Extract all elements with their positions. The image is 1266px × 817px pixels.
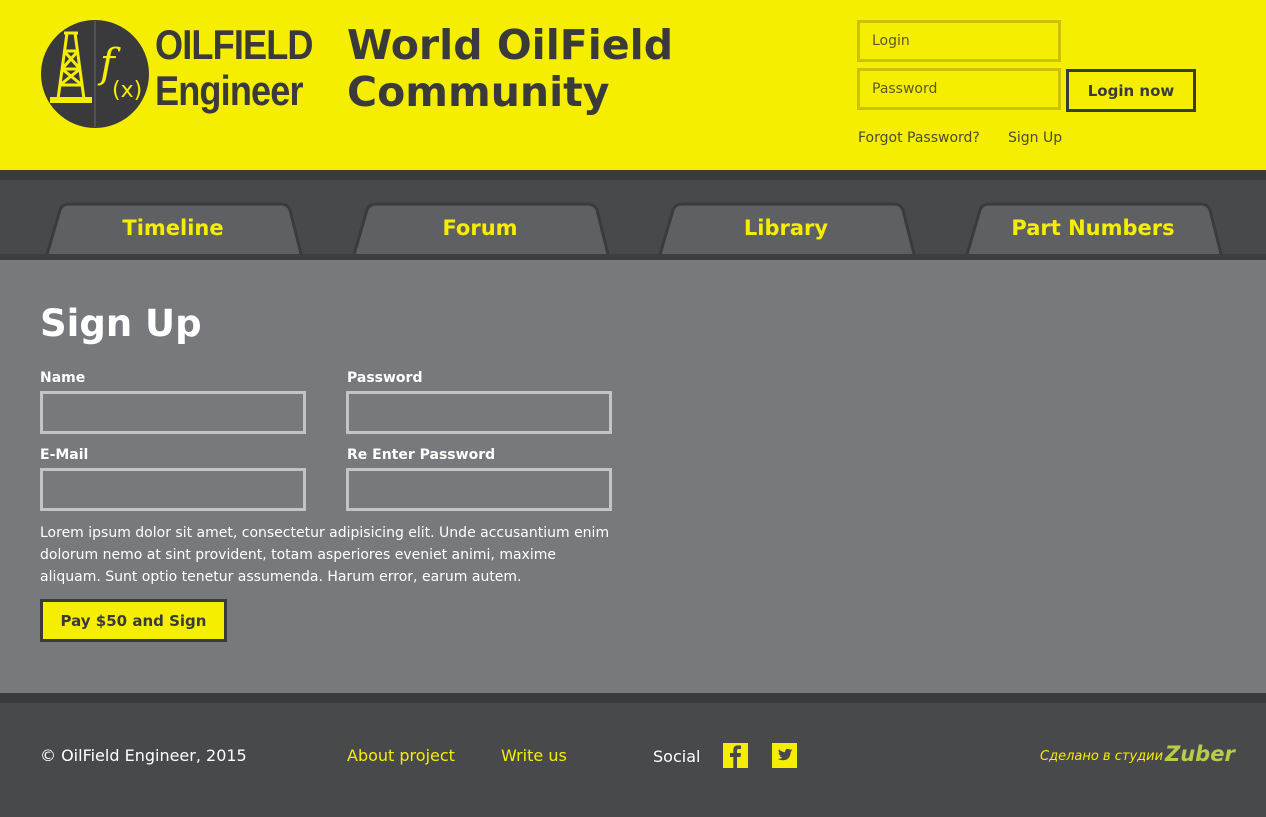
login-input[interactable] [857, 20, 1061, 62]
logo-wordmark[interactable]: OILFIELD Engineer [155, 21, 314, 114]
page-title: Sign Up [40, 302, 202, 345]
password-input[interactable] [857, 68, 1061, 110]
logo-icon[interactable]: f (x) [40, 19, 150, 129]
password-label: Password [347, 370, 423, 386]
name-field[interactable] [40, 391, 306, 434]
reenter-password-field[interactable] [346, 468, 612, 511]
signup-password-field[interactable] [346, 391, 612, 434]
tab-label: Timeline [122, 216, 224, 240]
reenter-password-label: Re Enter Password [347, 447, 496, 463]
email-label: E-Mail [40, 447, 89, 463]
svg-text:(x): (x) [112, 78, 142, 103]
about-project-link[interactable]: About project [347, 746, 455, 765]
social-label: Social [653, 747, 701, 766]
twitter-glyph [777, 748, 793, 761]
email-field[interactable] [40, 468, 306, 511]
forgot-password-link[interactable]: Forgot Password? [858, 130, 980, 146]
tab-label: Library [743, 216, 829, 240]
copyright-text: © OilField Engineer, 2015 [40, 746, 247, 765]
login-button[interactable]: Login now [1066, 69, 1196, 112]
site-title-line-2: Community [347, 68, 610, 116]
studio-credit: Сделано в студии [1040, 749, 1164, 764]
tab-timeline[interactable]: Timeline [42, 202, 304, 258]
logo-line-2: Engineer [155, 67, 304, 114]
sign-up-link[interactable]: Sign Up [1008, 130, 1062, 146]
tab-label: Forum [442, 216, 518, 240]
tab-library[interactable]: Library [655, 202, 917, 258]
facebook-icon[interactable] [723, 743, 748, 768]
logo-line-1: OILFIELD [155, 21, 314, 68]
site-title-line-1: World OilField [347, 21, 674, 69]
tab-forum[interactable]: Forum [349, 202, 611, 258]
tab-label: Part Numbers [1011, 216, 1175, 240]
signup-description: Lorem ipsum dolor sit amet, consectetur … [40, 525, 610, 585]
site-title: World OilField Community [347, 22, 673, 116]
studio-logo-link[interactable]: Zuber [1165, 742, 1235, 766]
pay-and-sign-button[interactable]: Pay $50 and Sign [40, 599, 227, 642]
facebook-glyph [730, 745, 741, 768]
tab-part-numbers[interactable]: Part Numbers [962, 202, 1224, 258]
write-us-link[interactable]: Write us [501, 746, 567, 765]
twitter-icon[interactable] [772, 743, 797, 768]
name-label: Name [40, 370, 86, 386]
